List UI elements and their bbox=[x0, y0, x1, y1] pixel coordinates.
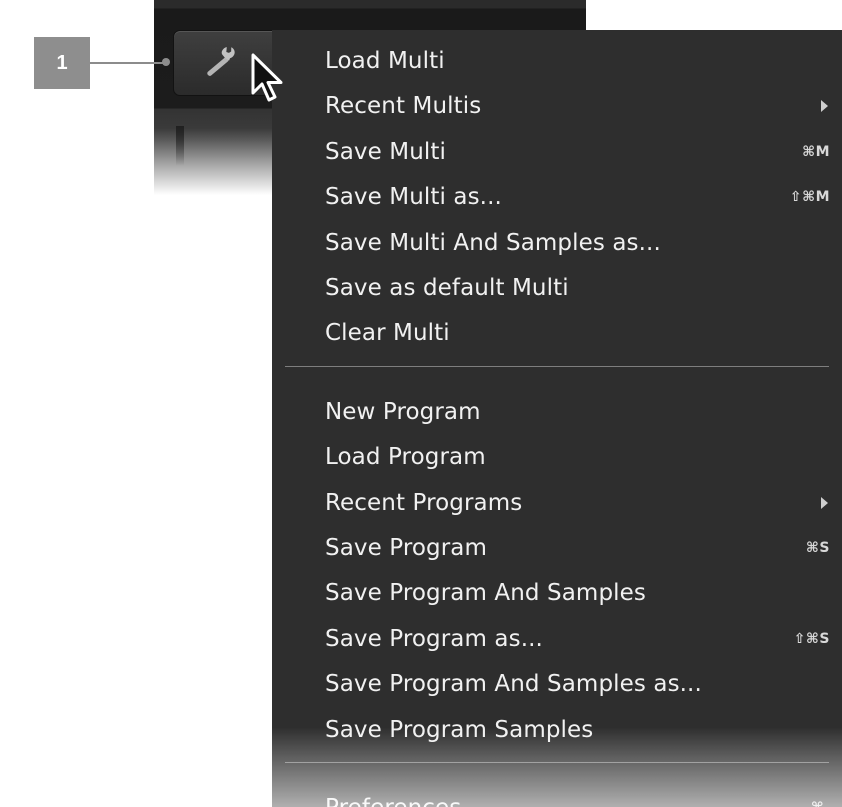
menu-item-label: Recent Multis bbox=[325, 93, 482, 120]
menu-item-save-program-and-samples[interactable]: Save Program And Samples bbox=[325, 573, 830, 613]
menu-item-label: Save Multi bbox=[325, 138, 446, 165]
menu-item-save-program-samples[interactable]: Save Program Samples bbox=[325, 710, 830, 750]
menu-item-label: Recent Programs bbox=[325, 489, 523, 516]
menu-item-load-multi[interactable]: Load Multi bbox=[325, 41, 830, 81]
menu-item-label: Save as default Multi bbox=[325, 275, 569, 301]
mouse-pointer-icon bbox=[251, 53, 283, 102]
menu-item-recent-programs[interactable]: Recent Programs bbox=[325, 483, 830, 523]
menu-item-label: Load Program bbox=[325, 444, 486, 471]
callout-leader-line bbox=[90, 62, 166, 64]
menu-item-clear-multi[interactable]: Clear Multi bbox=[325, 313, 830, 353]
menu-item-label: Save Program Samples bbox=[325, 716, 594, 743]
callout-leader-dot bbox=[162, 58, 170, 66]
submenu-arrow-icon bbox=[821, 100, 828, 113]
menu-item-save-as-default-multi[interactable]: Save as default Multi bbox=[325, 268, 830, 308]
callout-marker: 1 bbox=[34, 37, 90, 89]
menu-item-label: Save Program bbox=[325, 535, 488, 561]
menu-item-shortcut: ⌘, bbox=[811, 800, 830, 807]
menu-item-label: Preferences bbox=[325, 795, 461, 807]
toolbar-edge bbox=[176, 126, 184, 166]
menu-item-label: Save Multi as... bbox=[325, 184, 502, 211]
menu-item-shortcut: ⌘S bbox=[805, 540, 830, 556]
menu-item-save-program-as[interactable]: Save Program as... ⇧⌘S bbox=[325, 619, 830, 659]
menu-item-recent-multis[interactable]: Recent Multis bbox=[325, 86, 830, 126]
menu-item-label: Clear Multi bbox=[325, 320, 450, 347]
menu-item-label: Save Program And Samples bbox=[325, 580, 646, 607]
menu-item-new-program[interactable]: New Program bbox=[325, 392, 830, 432]
callout-number: 1 bbox=[56, 51, 68, 74]
menu-item-save-program[interactable]: Save Program ⌘S bbox=[325, 528, 830, 568]
submenu-arrow-icon bbox=[821, 496, 828, 509]
menu-item-save-multi-and-samples-as[interactable]: Save Multi And Samples as... bbox=[325, 223, 830, 263]
menu-item-save-program-and-samples-as[interactable]: Save Program And Samples as... bbox=[325, 664, 830, 704]
menu-item-label: Save Program as... bbox=[325, 625, 543, 652]
menu-item-label: New Program bbox=[325, 398, 481, 425]
menu-item-load-program[interactable]: Load Program bbox=[325, 437, 830, 477]
wrench-icon bbox=[207, 47, 235, 76]
menu-item-shortcut: ⇧⌘S bbox=[793, 630, 830, 647]
menu-item-save-multi[interactable]: Save Multi ⌘M bbox=[325, 132, 830, 172]
menu-separator bbox=[285, 762, 829, 763]
tools-dropdown-menu: Load Multi Recent Multis Save Multi ⌘M Save … bbox=[272, 30, 842, 807]
menu-item-preferences[interactable]: Preferences ⌘, bbox=[325, 788, 830, 807]
menu-item-shortcut: ⇧⌘M bbox=[789, 189, 830, 206]
menu-item-shortcut: ⌘M bbox=[802, 143, 830, 160]
menu-separator bbox=[285, 365, 829, 367]
menu-item-label: Save Multi And Samples as... bbox=[325, 229, 661, 256]
menu-item-save-multi-as[interactable]: Save Multi as... ⇧⌘M bbox=[325, 177, 830, 217]
menu-item-label: Save Program And Samples as... bbox=[325, 671, 702, 698]
menu-item-label: Load Multi bbox=[325, 48, 445, 74]
screenshot-stage: 1 Load Multi Recent Multis Save Multi ⌘M Sav… bbox=[0, 0, 842, 807]
